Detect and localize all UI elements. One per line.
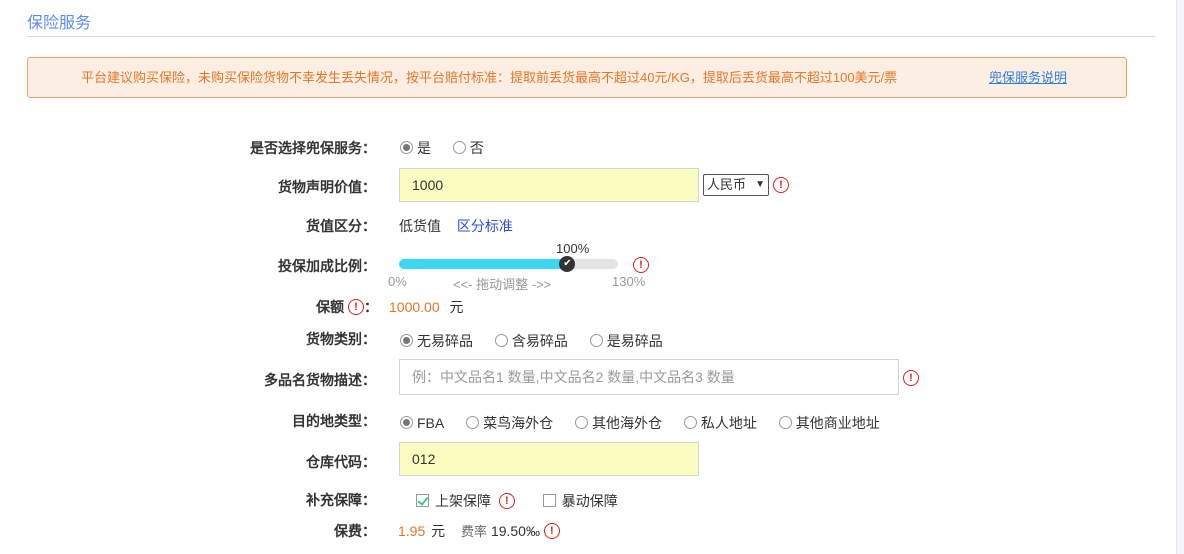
checkbox-icon [416, 494, 429, 508]
radio-icon [466, 416, 480, 430]
warning-icon[interactable]: ! [633, 257, 649, 274]
cargo-type-radio-group: 无易碎品 含易碎品 是易碎品 [400, 331, 681, 351]
destination-label: 目的地类型： [292, 413, 376, 429]
notice-banner: 平台建议购买保险，未购买保险货物不幸发生丢失情况，按平台赔付标准：提取前丢货最高… [27, 57, 1127, 98]
rate-label: 费率 [461, 524, 488, 539]
insurance-panel: 保险服务 平台建议购买保险，未购买保险货物不幸发生丢失情况，按平台赔付标准：提取… [0, 0, 1177, 554]
premium-unit: 元 [431, 523, 446, 539]
value-class-standard-link[interactable]: 区分标准 [457, 218, 513, 234]
ratio-label: 投保加成比例： [278, 258, 376, 274]
radio-icon [400, 334, 413, 348]
destination-other-business[interactable]: 其他商业地址 [778, 415, 880, 431]
service-yes-option[interactable]: 是 [400, 140, 431, 156]
riot-coverage-checkbox[interactable]: 暴动保障 [542, 493, 618, 509]
radio-icon [452, 141, 466, 155]
checkbox-icon [542, 494, 556, 508]
declared-value-input[interactable]: 1000 [399, 168, 699, 202]
radio-icon [778, 416, 792, 430]
ratio-slider-track[interactable]: ✔ [399, 256, 618, 272]
warehouse-code-label: 仓库代码： [306, 454, 376, 470]
radio-icon [683, 416, 697, 430]
shelf-coverage-checkbox[interactable]: 上架保障 [416, 493, 491, 509]
ratio-hint: <<- 拖动调整 ->> [453, 277, 552, 292]
radio-icon [494, 334, 508, 348]
description-label: 多品名货物描述： [264, 372, 376, 388]
warning-icon[interactable]: ! [498, 493, 515, 510]
premium-label: 保费： [334, 523, 376, 539]
service-label: 是否选择兜保服务： [250, 140, 376, 156]
radio-icon [400, 416, 413, 430]
declared-value-label: 货物声明价值： [278, 179, 376, 195]
amount-label: 保额 !： [316, 299, 378, 316]
service-radio-group: 是 否 [400, 138, 502, 158]
destination-private[interactable]: 私人地址 [683, 415, 757, 431]
cargo-type-label: 货物类别： [306, 331, 376, 347]
warning-icon[interactable]: ! [773, 177, 789, 194]
warning-icon[interactable]: ! [348, 299, 364, 316]
destination-other-warehouse[interactable]: 其他海外仓 [575, 415, 662, 431]
value-class-label: 货值区分： [306, 218, 376, 234]
cargo-option-no-fragile[interactable]: 无易碎品 [400, 333, 473, 349]
destination-fba[interactable]: FBA [400, 415, 444, 431]
currency-select[interactable]: 人民币 ▼ [703, 174, 769, 196]
radio-icon [575, 416, 589, 430]
description-input[interactable]: 例：中文品名1 数量,中文品名2 数量,中文品名3 数量 [399, 359, 899, 395]
extra-coverage-label: 补充保障： [306, 492, 376, 508]
rate-value: 19.50‰ [490, 523, 540, 539]
premium-value: 1.95 [398, 523, 426, 539]
radio-icon [589, 334, 603, 348]
section-title: 保险服务 [27, 15, 92, 32]
ratio-min: 0% [388, 274, 407, 289]
slider-handle-icon[interactable]: ✔ [559, 256, 576, 272]
ratio-max: 130% [612, 274, 646, 289]
warning-icon[interactable]: ! [903, 370, 919, 387]
service-no-option[interactable]: 否 [452, 140, 484, 156]
amount-unit: 元 [449, 299, 464, 315]
divider [27, 36, 1155, 37]
cargo-option-is-fragile[interactable]: 是易碎品 [589, 333, 663, 349]
amount-value: 1000.00 [389, 299, 440, 315]
destination-radio-group: FBA 菜鸟海外仓 其他海外仓 私人地址 其他商业地址 [400, 413, 898, 433]
notice-text: 平台建议购买保险，未购买保险货物不幸发生丢失情况，按平台赔付标准：提取前丢货最高… [81, 70, 898, 85]
chevron-down-icon: ▼ [755, 179, 765, 190]
value-class-value: 低货值 [399, 218, 441, 234]
extra-coverage-group: 上架保障 ! 暴动保障 [416, 491, 618, 511]
cargo-option-contains-fragile[interactable]: 含易碎品 [494, 333, 568, 349]
warehouse-code-input[interactable]: 012 [399, 442, 699, 476]
radio-icon [400, 141, 413, 155]
service-info-link[interactable]: 兜保服务说明 [989, 58, 1067, 97]
warning-icon[interactable]: ! [543, 523, 560, 540]
ratio-slider-fill [399, 259, 568, 269]
ratio-current: 100% [556, 241, 590, 256]
destination-cainiao[interactable]: 菜鸟海外仓 [466, 415, 553, 431]
